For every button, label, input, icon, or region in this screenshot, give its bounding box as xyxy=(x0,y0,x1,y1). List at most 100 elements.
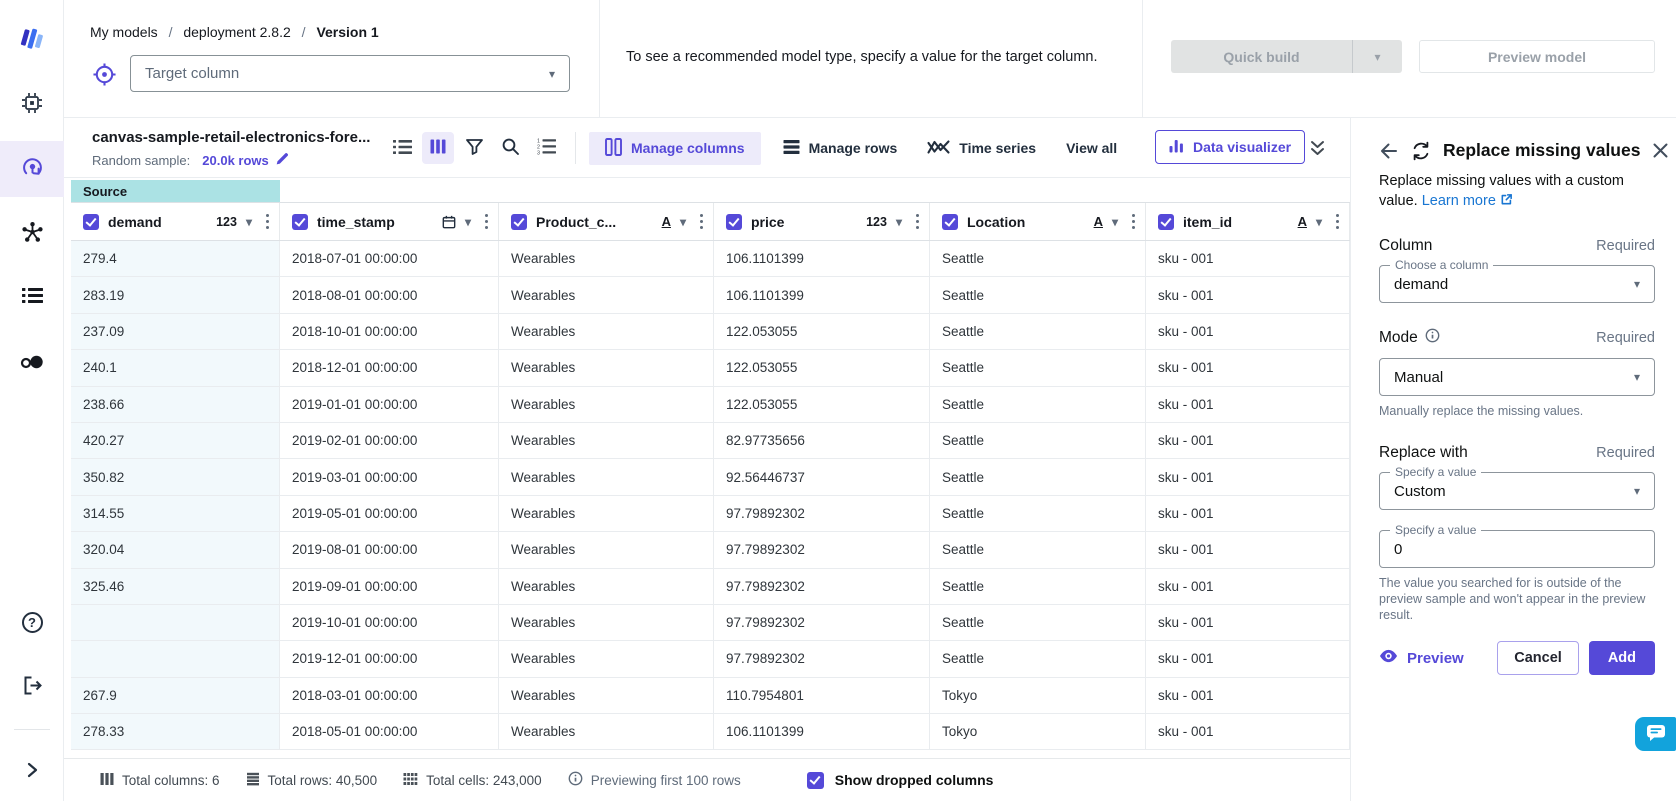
table-cell[interactable]: 267.9 xyxy=(71,678,280,713)
table-cell[interactable]: 2019-08-01 00:00:00 xyxy=(280,532,499,567)
table-cell[interactable]: 2019-10-01 00:00:00 xyxy=(280,605,499,640)
column-header-product_c[interactable]: Product_c...A▾ xyxy=(499,203,714,240)
table-cell[interactable]: 2018-12-01 00:00:00 xyxy=(280,350,499,385)
breadcrumb-my-models[interactable]: My models xyxy=(90,24,158,40)
column-header-time_stamp[interactable]: time_stamp▾ xyxy=(280,203,499,240)
table-cell[interactable]: 106.1101399 xyxy=(714,241,930,276)
table-cell[interactable]: Wearables xyxy=(499,678,714,713)
table-cell[interactable]: Wearables xyxy=(499,569,714,604)
table-cell[interactable]: Wearables xyxy=(499,532,714,567)
column-select[interactable]: Choose a column demand ▾ xyxy=(1379,265,1655,303)
table-cell[interactable]: 97.79892302 xyxy=(714,496,930,531)
table-cell[interactable]: 2019-05-01 00:00:00 xyxy=(280,496,499,531)
filter-button[interactable] xyxy=(458,132,490,164)
table-cell[interactable]: 278.33 xyxy=(71,714,280,749)
search-button[interactable] xyxy=(494,132,526,164)
manage-rows-button[interactable]: Manage rows xyxy=(783,139,898,158)
table-cell[interactable]: sku - 001 xyxy=(1146,714,1350,749)
table-cell[interactable]: Seattle xyxy=(930,605,1146,640)
caret-down-icon[interactable]: ▾ xyxy=(1112,215,1118,229)
caret-down-icon[interactable]: ▾ xyxy=(1316,215,1322,229)
add-button[interactable]: Add xyxy=(1589,641,1655,675)
table-cell[interactable]: Wearables xyxy=(499,314,714,349)
table-cell[interactable]: Wearables xyxy=(499,387,714,422)
sidebar-item-automations[interactable] xyxy=(0,206,64,262)
kebab-menu-icon[interactable] xyxy=(914,211,921,233)
target-column-select[interactable]: Target column ▾ xyxy=(130,55,570,92)
table-cell[interactable]: sku - 001 xyxy=(1146,350,1350,385)
close-button[interactable] xyxy=(1652,142,1669,159)
column-checkbox[interactable] xyxy=(726,214,742,230)
caret-down-icon[interactable]: ▾ xyxy=(465,215,471,229)
table-cell[interactable]: Seattle xyxy=(930,423,1146,458)
table-cell[interactable]: sku - 001 xyxy=(1146,569,1350,604)
table-cell[interactable]: 237.09 xyxy=(71,314,280,349)
collapse-toolbar-button[interactable] xyxy=(1304,136,1330,162)
canvas-logo[interactable] xyxy=(0,12,64,68)
table-cell[interactable]: 2018-07-01 00:00:00 xyxy=(280,241,499,276)
source-tab[interactable]: Source xyxy=(71,180,280,202)
column-checkbox[interactable] xyxy=(942,214,958,230)
table-cell[interactable]: Wearables xyxy=(499,277,714,312)
table-cell[interactable] xyxy=(71,605,280,640)
table-cell[interactable]: 238.66 xyxy=(71,387,280,422)
table-cell[interactable]: 92.56446737 xyxy=(714,459,930,494)
table-cell[interactable]: 350.82 xyxy=(71,459,280,494)
table-cell[interactable]: 2019-09-01 00:00:00 xyxy=(280,569,499,604)
table-cell[interactable]: Seattle xyxy=(930,314,1146,349)
table-cell[interactable]: 2019-02-01 00:00:00 xyxy=(280,423,499,458)
table-cell[interactable]: 122.053055 xyxy=(714,314,930,349)
table-cell[interactable]: Wearables xyxy=(499,241,714,276)
table-cell[interactable]: Tokyo xyxy=(930,678,1146,713)
menu-list-button[interactable] xyxy=(386,132,418,164)
table-cell[interactable]: 2018-03-01 00:00:00 xyxy=(280,678,499,713)
table-cell[interactable]: 122.053055 xyxy=(714,387,930,422)
table-cell[interactable]: Seattle xyxy=(930,277,1146,312)
table-cell[interactable]: Wearables xyxy=(499,641,714,676)
sidebar-item-datasets[interactable] xyxy=(0,141,64,197)
table-cell[interactable]: Seattle xyxy=(930,569,1146,604)
table-cell[interactable]: sku - 001 xyxy=(1146,387,1350,422)
back-button[interactable] xyxy=(1379,141,1399,161)
chat-widget-button[interactable] xyxy=(1635,717,1676,751)
caret-down-icon[interactable]: ▾ xyxy=(246,215,252,229)
table-cell[interactable]: 106.1101399 xyxy=(714,714,930,749)
table-cell[interactable]: 97.79892302 xyxy=(714,605,930,640)
table-cell[interactable]: 97.79892302 xyxy=(714,569,930,604)
table-cell[interactable]: Wearables xyxy=(499,423,714,458)
table-cell[interactable]: 122.053055 xyxy=(714,350,930,385)
table-cell[interactable]: Tokyo xyxy=(930,714,1146,749)
column-header-demand[interactable]: demand123▾ xyxy=(71,203,280,240)
columns-view-button[interactable] xyxy=(422,132,454,164)
table-cell[interactable]: sku - 001 xyxy=(1146,532,1350,567)
table-cell[interactable]: 325.46 xyxy=(71,569,280,604)
column-checkbox[interactable] xyxy=(83,214,99,230)
table-cell[interactable]: Wearables xyxy=(499,459,714,494)
table-cell[interactable]: 97.79892302 xyxy=(714,532,930,567)
table-cell[interactable]: Wearables xyxy=(499,350,714,385)
table-cell[interactable]: Seattle xyxy=(930,496,1146,531)
info-icon[interactable] xyxy=(1425,328,1440,348)
cancel-button[interactable]: Cancel xyxy=(1497,641,1579,675)
table-cell[interactable]: Seattle xyxy=(930,641,1146,676)
table-cell[interactable]: 320.04 xyxy=(71,532,280,567)
kebab-menu-icon[interactable] xyxy=(1334,211,1341,233)
table-cell[interactable]: 283.19 xyxy=(71,277,280,312)
kebab-menu-icon[interactable] xyxy=(1130,211,1137,233)
caret-down-icon[interactable]: ▾ xyxy=(680,215,686,229)
table-cell[interactable]: sku - 001 xyxy=(1146,314,1350,349)
table-cell[interactable]: Wearables xyxy=(499,496,714,531)
kebab-menu-icon[interactable] xyxy=(264,211,271,233)
table-cell[interactable]: Wearables xyxy=(499,605,714,640)
table-cell[interactable]: sku - 001 xyxy=(1146,678,1350,713)
column-checkbox[interactable] xyxy=(511,214,527,230)
manage-columns-button[interactable]: Manage columns xyxy=(589,132,761,165)
sidebar-item-compare[interactable] xyxy=(0,335,64,391)
data-visualizer-button[interactable]: Data visualizer xyxy=(1155,130,1305,164)
column-checkbox[interactable] xyxy=(292,214,308,230)
caret-down-icon[interactable]: ▾ xyxy=(896,215,902,229)
table-cell[interactable]: 110.7954801 xyxy=(714,678,930,713)
table-cell[interactable]: Wearables xyxy=(499,714,714,749)
table-cell[interactable]: 2019-03-01 00:00:00 xyxy=(280,459,499,494)
table-cell[interactable]: 314.55 xyxy=(71,496,280,531)
